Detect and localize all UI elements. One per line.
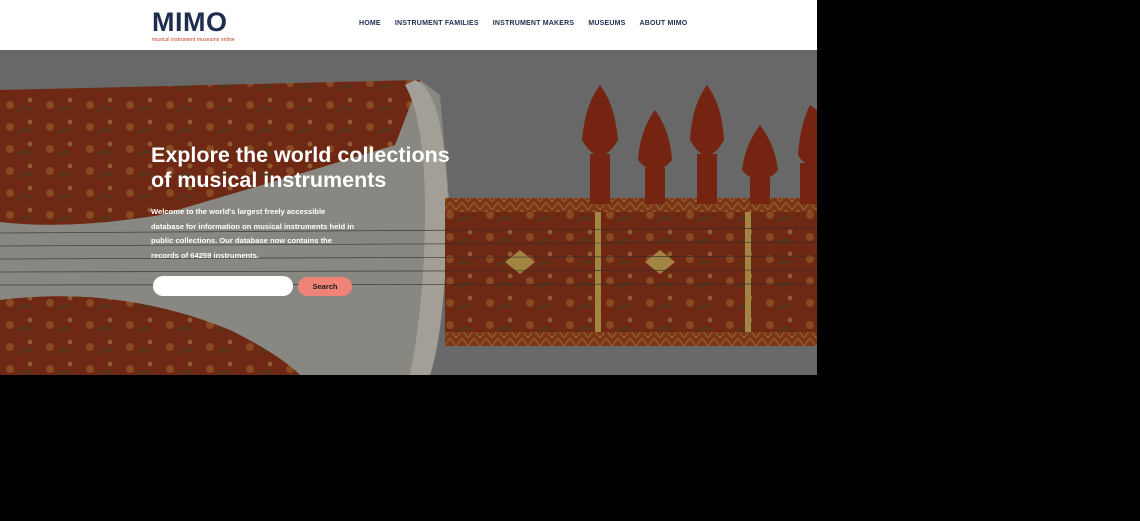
hero-section: Explore the world collections of musical… — [0, 50, 817, 375]
hero-description: Welcome to the world's largest freely ac… — [151, 207, 354, 260]
search-button[interactable]: Search — [298, 277, 352, 296]
nav-instrument-families[interactable]: INSTRUMENT FAMILIES — [395, 20, 479, 27]
search-input[interactable] — [153, 276, 293, 296]
hero-heading: Explore the world collections of musical… — [151, 143, 491, 193]
logo-wordmark: MIMO — [152, 7, 228, 37]
nav-instrument-makers[interactable]: INSTRUMENT MAKERS — [493, 20, 575, 27]
site-header: MIMO musical instrument museums online H… — [0, 0, 817, 50]
logo-tagline: musical instrument museums online — [152, 37, 235, 43]
hero-heading-line-1: Explore the world collections — [151, 143, 450, 167]
nav-museums[interactable]: MUSEUMS — [588, 20, 625, 27]
hero-heading-line-2: of musical instruments — [151, 168, 387, 192]
nav-home[interactable]: HOME — [359, 20, 381, 27]
hero-instrument-image — [0, 50, 817, 375]
page: MIMO musical instrument museums online H… — [0, 0, 817, 375]
main-nav: HOME INSTRUMENT FAMILIES INSTRUMENT MAKE… — [359, 20, 701, 27]
mimo-logo[interactable]: MIMO musical instrument museums online — [152, 7, 235, 44]
nav-about-mimo[interactable]: ABOUT MIMO — [640, 20, 688, 27]
